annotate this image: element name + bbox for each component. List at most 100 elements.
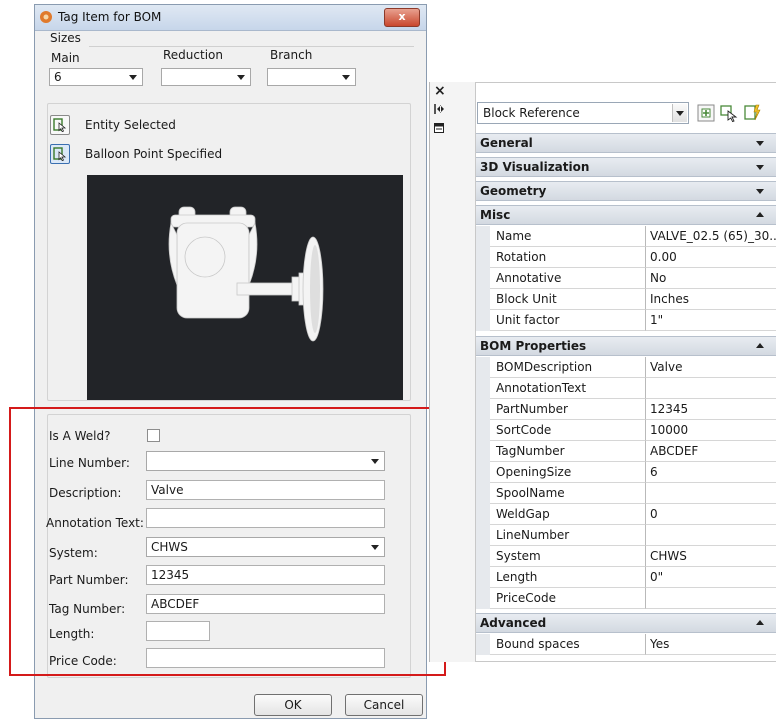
property-name: Unit factor xyxy=(490,310,646,331)
property-value[interactable]: 12345 xyxy=(646,399,776,420)
property-name: Bound spaces xyxy=(490,634,646,655)
branch-size-select[interactable] xyxy=(267,68,356,86)
line-number-select[interactable] xyxy=(146,451,385,471)
property-name: PriceCode xyxy=(490,588,646,609)
property-row[interactable]: Name VALVE_02.5 (65)_30... xyxy=(476,226,776,247)
select-entity-button[interactable] xyxy=(50,115,70,135)
system-value: CHWS xyxy=(151,540,188,554)
property-name: Name xyxy=(490,226,646,247)
property-row[interactable]: SpoolName xyxy=(476,483,776,504)
auto-hide-icon[interactable] xyxy=(434,104,445,114)
description-label: Description: xyxy=(49,486,122,500)
property-row[interactable]: TagNumber ABCDEF xyxy=(476,441,776,462)
category-3d-visualization[interactable]: 3D Visualization xyxy=(476,157,776,177)
main-size-select[interactable]: 6 xyxy=(49,68,143,86)
app-icon xyxy=(40,11,52,23)
category-geometry[interactable]: Geometry xyxy=(476,181,776,201)
property-value[interactable]: Valve xyxy=(646,357,776,378)
property-name: Annotative xyxy=(490,268,646,289)
property-value[interactable] xyxy=(646,378,776,399)
reduction-size-select[interactable] xyxy=(161,68,251,86)
property-value[interactable]: 1" xyxy=(646,310,776,331)
property-row[interactable]: Unit factor 1" xyxy=(476,310,776,331)
chevron-down-icon xyxy=(756,141,764,146)
category-advanced-label: Advanced xyxy=(480,616,547,630)
palette-titlebar: × xyxy=(430,82,450,662)
weld-checkbox[interactable] xyxy=(147,429,160,442)
property-row[interactable]: Bound spaces Yes xyxy=(476,634,776,655)
property-row[interactable]: OpeningSize 6 xyxy=(476,462,776,483)
property-value[interactable]: 6 xyxy=(646,462,776,483)
property-row[interactable]: PartNumber 12345 xyxy=(476,399,776,420)
main-size-value: 6 xyxy=(54,70,62,84)
category-geometry-label: Geometry xyxy=(480,184,547,198)
object-type-select[interactable]: Block Reference xyxy=(477,102,689,124)
annotation-text-field[interactable] xyxy=(146,508,385,528)
price-code-field[interactable] xyxy=(146,648,385,668)
annotation-text-label: Annotation Text: xyxy=(46,516,144,530)
chevron-up-icon xyxy=(756,343,764,348)
valve-preview xyxy=(87,175,403,400)
properties-menu-icon[interactable] xyxy=(434,123,444,133)
property-value[interactable]: 0" xyxy=(646,567,776,588)
property-row[interactable]: AnnotationText xyxy=(476,378,776,399)
property-value[interactable]: CHWS xyxy=(646,546,776,567)
property-value[interactable]: 0 xyxy=(646,504,776,525)
category-bom-properties-label: BOM Properties xyxy=(480,339,587,353)
chevron-up-icon xyxy=(756,212,764,217)
price-code-label: Price Code: xyxy=(49,654,117,668)
property-name: OpeningSize xyxy=(490,462,646,483)
property-value[interactable] xyxy=(646,483,776,504)
ok-button[interactable]: OK xyxy=(254,694,332,716)
property-row[interactable]: Length 0" xyxy=(476,567,776,588)
chevron-down-icon xyxy=(756,165,764,170)
system-select[interactable]: CHWS xyxy=(146,537,385,557)
property-value[interactable]: Inches xyxy=(646,289,776,310)
property-row[interactable]: WeldGap 0 xyxy=(476,504,776,525)
category-bom-properties[interactable]: BOM Properties xyxy=(476,336,776,356)
category-advanced[interactable]: Advanced xyxy=(476,613,776,633)
property-row[interactable]: LineNumber xyxy=(476,525,776,546)
close-icon[interactable]: × xyxy=(434,83,446,99)
pick-point-icon xyxy=(53,147,67,162)
quick-select-icon[interactable] xyxy=(742,103,762,123)
category-misc[interactable]: Misc xyxy=(476,205,776,225)
valve-icon xyxy=(168,206,324,342)
property-name: SpoolName xyxy=(490,483,646,504)
property-name: System xyxy=(490,546,646,567)
property-value[interactable] xyxy=(646,588,776,609)
select-objects-icon[interactable] xyxy=(719,103,739,123)
property-value[interactable] xyxy=(646,525,776,546)
property-value[interactable]: No xyxy=(646,268,776,289)
cancel-button[interactable]: Cancel xyxy=(345,694,423,716)
chevron-down-icon xyxy=(371,459,379,464)
tag-item-dialog: Tag Item for BOM x Sizes Main Reduction … xyxy=(34,4,427,719)
properties-palette: × Block Reference General 3D Visualizati… xyxy=(429,82,776,662)
category-general[interactable]: General xyxy=(476,133,776,153)
pick-balloon-point-button[interactable] xyxy=(50,144,70,164)
property-row[interactable]: SortCode 10000 xyxy=(476,420,776,441)
tag-number-field[interactable]: ABCDEF xyxy=(146,594,385,614)
property-row[interactable]: Block Unit Inches xyxy=(476,289,776,310)
description-field[interactable]: Valve xyxy=(146,480,385,500)
property-row[interactable]: Rotation 0.00 xyxy=(476,247,776,268)
property-row[interactable]: Annotative No xyxy=(476,268,776,289)
branch-size-label: Branch xyxy=(270,48,313,62)
property-value[interactable]: Yes xyxy=(646,634,776,655)
tag-number-label: Tag Number: xyxy=(49,602,126,616)
property-row[interactable]: BOMDescription Valve xyxy=(476,357,776,378)
property-row[interactable]: System CHWS xyxy=(476,546,776,567)
property-value[interactable]: VALVE_02.5 (65)_30... xyxy=(646,226,776,247)
close-button[interactable]: x xyxy=(384,8,420,27)
property-name: Rotation xyxy=(490,247,646,268)
toggle-pickadd-icon[interactable] xyxy=(696,103,716,123)
property-name: SortCode xyxy=(490,420,646,441)
length-field[interactable] xyxy=(146,621,210,641)
property-name: WeldGap xyxy=(490,504,646,525)
property-name: PartNumber xyxy=(490,399,646,420)
property-row[interactable]: PriceCode xyxy=(476,588,776,609)
property-value[interactable]: 0.00 xyxy=(646,247,776,268)
property-value[interactable]: 10000 xyxy=(646,420,776,441)
property-value[interactable]: ABCDEF xyxy=(646,441,776,462)
part-number-field[interactable]: 12345 xyxy=(146,565,385,585)
